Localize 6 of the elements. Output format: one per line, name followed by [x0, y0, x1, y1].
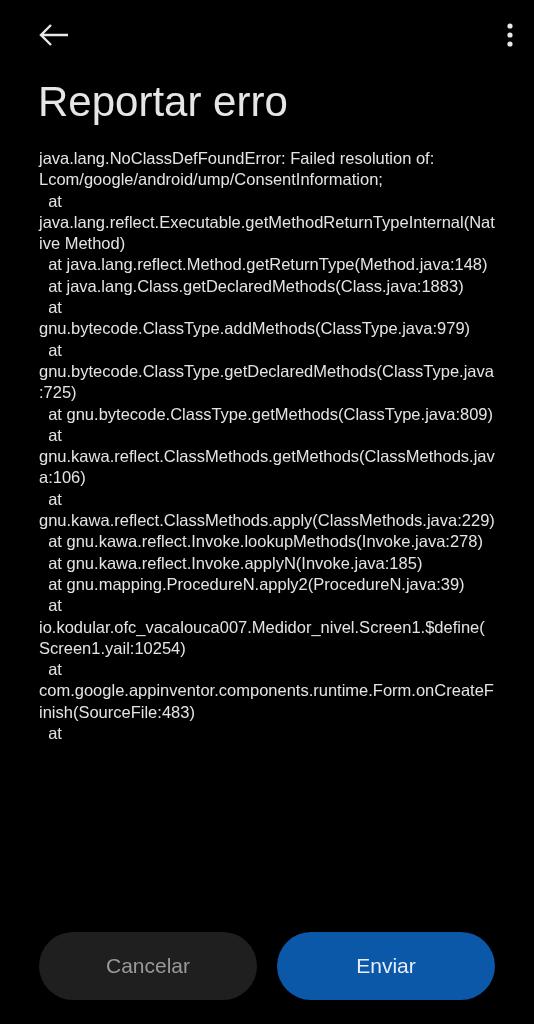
error-stack-trace: java.lang.NoClassDefFoundError: Failed resolution of: Lcom/google/android/ump/ConsentInformation; at java.lang.reflect.Executable.getMethodReturnTypeInternal(Native Method) at java.lang.reflect.Method.getReturnType(Method.java:148) at java.lang.Class.getDeclaredMethods(Class.java:1883) at gnu.bytecode.ClassType.addMethods(ClassType.java:979) at gnu.bytecode.ClassType.getDeclaredMethods(ClassType.java:725) at gnu.bytecode.ClassType.getMethods(ClassType.java:809) at gnu.kawa.reflect.ClassMethods.getMethods(ClassMethods.java:106) at gnu.kawa.reflect.ClassMethods.apply(ClassMethods.java:229) at gnu.kawa.reflect.Invoke.lookupMethods(Invoke.java:278) at gnu.kawa.reflect.Invoke.applyN(Invoke.java:185) at gnu.mapping.ProcedureN.apply2(ProcedureN.java:39) at io.kodular.ofc_vacalouca007.Medidor_nivel.Screen1.$define(Screen1.yail:10254) at com.google.appinventor.components.runtime.Form.onCreateFinish(SourceFile:483) at [39, 148, 495, 744]
back-arrow-icon[interactable] [38, 23, 70, 47]
dialog-title: Reportar erro [37, 77, 289, 127]
cancel-button[interactable]: Cancelar [39, 932, 257, 1000]
more-options-icon[interactable] [506, 22, 514, 48]
send-button[interactable]: Enviar [277, 932, 495, 1000]
